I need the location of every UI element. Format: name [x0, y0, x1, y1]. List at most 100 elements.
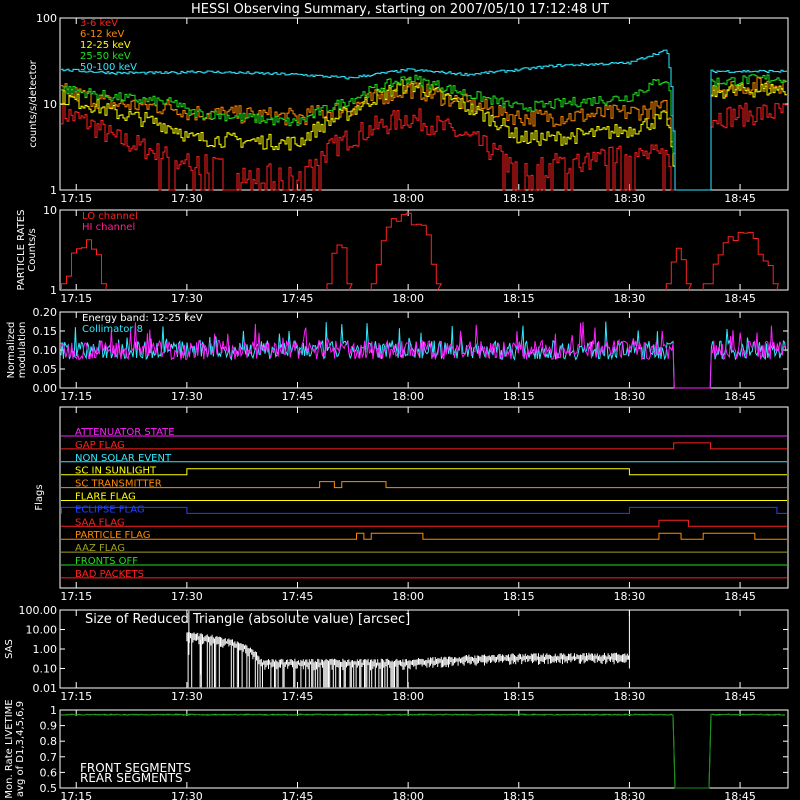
- x-tick-label: 18:15: [503, 192, 535, 205]
- flag-line-6: [60, 506, 787, 514]
- x-tick-label: 17:45: [282, 790, 314, 800]
- x-tick-label: 18:30: [614, 690, 646, 703]
- modulation-y-tick-label: 0.05: [33, 363, 58, 376]
- count-rate-line-2: [61, 78, 787, 191]
- x-tick-label: 18:30: [614, 790, 646, 800]
- x-tick-label: 18:45: [724, 690, 756, 703]
- flag-label: BAD PACKETS: [75, 569, 144, 580]
- legend-entry: 50-100 keV: [80, 62, 137, 73]
- livetime-y-tick-label: 1: [50, 704, 57, 717]
- flag-label: SAA FLAG: [75, 517, 125, 528]
- flag-label: SC IN SUNLIGHT: [75, 466, 157, 477]
- flag-label: ATTENUATOR STATE: [75, 427, 175, 438]
- modulation-y-tick-label: 0.15: [33, 325, 58, 338]
- count-rates-ylabel: counts/s/detector: [28, 59, 39, 147]
- x-tick-label: 18:00: [392, 690, 424, 703]
- flag-label: ECLIPSE FLAG: [75, 504, 145, 515]
- flag-label: NON SOLAR EVENT: [75, 453, 172, 464]
- x-tick-label: 18:15: [503, 590, 535, 603]
- flag-label: GAP FLAG: [75, 440, 125, 451]
- legend-entry: 25-50 keV: [80, 51, 131, 62]
- livetime-ylabel-line: Mon. Rate LIVETIME: [4, 699, 15, 798]
- modulation-annotation: Collimator 8: [82, 324, 143, 335]
- particle-event-4: [702, 231, 779, 291]
- x-tick-label: 18:30: [614, 292, 646, 305]
- sas-y-tick-label: 100.00: [19, 604, 58, 617]
- count-rate-line-1: [61, 76, 787, 191]
- particle-rates-panel: [59, 209, 789, 291]
- particle-event-0: [60, 239, 108, 291]
- sas-ylabel-line: SAS: [4, 639, 15, 659]
- particle-event-3: [665, 247, 693, 291]
- sas-ylabel: SAS: [4, 639, 15, 659]
- count-rate-line-3: [61, 74, 787, 191]
- modulation-line-1: [60, 321, 787, 389]
- x-tick-label: 17:45: [282, 590, 314, 603]
- x-tick-label: 17:15: [60, 590, 92, 603]
- livetime-y-tick-label: 0.9: [40, 720, 58, 733]
- x-tick-label: 17:15: [60, 192, 92, 205]
- x-tick-label: 18:15: [503, 390, 535, 403]
- flags-ylabel-line: Flags: [34, 484, 45, 510]
- x-tick-label: 17:15: [60, 690, 92, 703]
- modulation-y-tick-label: 0.10: [33, 344, 58, 357]
- flag-label: PARTICLE FLAG: [75, 530, 151, 541]
- flag-line-1: [61, 442, 787, 450]
- x-tick-label: 17:30: [171, 790, 203, 800]
- x-tick-label: 18:00: [392, 790, 424, 800]
- x-tick-label: 17:45: [282, 390, 314, 403]
- flag-label: AAZ FLAG: [75, 543, 125, 554]
- particle-rates-ylabel: PARTICLE RATES Counts/s: [16, 210, 38, 291]
- sas-y-tick-label: 0.01: [33, 682, 58, 695]
- x-tick-label: 17:30: [171, 590, 203, 603]
- x-tick-label: 18:45: [724, 390, 756, 403]
- count-rate-line-4: [61, 49, 787, 191]
- x-tick-label: 18:00: [392, 590, 424, 603]
- legend-entry: LO channel: [82, 211, 138, 222]
- livetime-ylabel-line: avg of D1,3,4,5,6,9: [15, 701, 26, 797]
- particle-rates-ylabel-line: PARTICLE RATES: [16, 210, 27, 291]
- particle-event-1: [326, 244, 353, 291]
- x-tick-label: 18:00: [392, 292, 424, 305]
- x-tick-label: 17:30: [171, 690, 203, 703]
- sas-y-tick-label: 10.00: [26, 624, 58, 637]
- modulation-y-tick-label: 0.20: [33, 306, 58, 319]
- modulation-y-tick-label: 0.00: [33, 382, 58, 395]
- modulation-ylabel-line: modulation: [17, 322, 28, 379]
- count-rates-y-tick-label: 1: [50, 184, 57, 197]
- particle-rates-y-tick-label: 10: [43, 204, 57, 217]
- flag-label: SC TRANSMITTER: [75, 479, 162, 490]
- x-tick-label: 18:45: [724, 790, 756, 800]
- legend-entry: 6-12 keV: [80, 29, 124, 40]
- x-tick-label: 17:15: [60, 790, 92, 800]
- x-tick-label: 17:30: [171, 192, 203, 205]
- x-tick-label: 17:15: [60, 292, 92, 305]
- sas-annotation: Size of Reduced Triangle (absolute value…: [85, 612, 410, 627]
- x-tick-label: 18:45: [724, 590, 756, 603]
- x-tick-label: 18:15: [503, 790, 535, 800]
- x-tick-label: 18:15: [503, 292, 535, 305]
- livetime-y-tick-label: 0.7: [40, 751, 58, 764]
- flag-line-8: [61, 532, 787, 540]
- legend-entry: HI channel: [82, 222, 135, 233]
- livetime-y-tick-label: 0.5: [40, 782, 58, 795]
- x-tick-label: 17:30: [171, 292, 203, 305]
- livetime-ylabel: Mon. Rate LIVETIME avg of D1,3,4,5,6,9: [4, 699, 26, 798]
- x-tick-label: 17:30: [171, 390, 203, 403]
- x-tick-label: 18:30: [614, 390, 646, 403]
- sas-y-tick-label: 1.00: [33, 643, 58, 656]
- figure-title: HESSI Observing Summary, starting on 200…: [191, 2, 609, 17]
- x-tick-label: 17:45: [282, 192, 314, 205]
- modulation-ylabel-line: Normalized: [6, 322, 17, 379]
- sas-y-tick-label: 0.10: [33, 663, 58, 676]
- x-tick-label: 18:30: [614, 590, 646, 603]
- flag-line-4: [61, 481, 787, 489]
- livetime-y-tick-label: 0.8: [40, 735, 58, 748]
- x-tick-label: 18:45: [724, 192, 756, 205]
- modulation-ylabel: Normalized modulation: [6, 322, 28, 379]
- x-tick-label: 18:30: [614, 192, 646, 205]
- x-tick-label: 18:15: [503, 690, 535, 703]
- x-tick-label: 18:45: [724, 292, 756, 305]
- count-rate-line-0: [61, 102, 787, 191]
- x-tick-label: 17:45: [282, 292, 314, 305]
